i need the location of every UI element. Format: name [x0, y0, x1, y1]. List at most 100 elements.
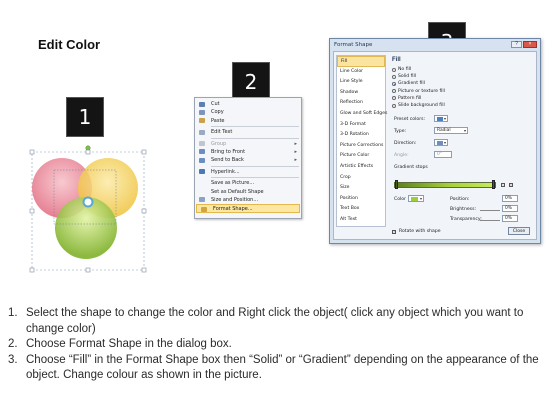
close-window-button[interactable]: × [523, 41, 537, 48]
menu-item-save-as-picture[interactable]: Save as Picture... [195, 179, 301, 187]
menu-item-label: Cut [211, 101, 220, 107]
copy-icon [199, 109, 205, 115]
add-stop-icon[interactable] [501, 183, 505, 187]
category-artistic-effects[interactable]: Artistic Effects [337, 162, 385, 173]
menu-separator [211, 137, 299, 139]
instruction-number: 1. [8, 307, 18, 319]
category-3d-rotation[interactable]: 3-D Rotation [337, 130, 385, 141]
angle-label: Angle: [394, 153, 409, 158]
option-pattern-fill[interactable]: Pattern fill [390, 95, 533, 102]
menu-item-cut[interactable]: Cut [195, 100, 301, 108]
size-position-icon [199, 197, 205, 203]
menu-item-hyperlink[interactable]: Hyperlink... [195, 168, 301, 176]
preset-colors-dropdown[interactable] [434, 115, 448, 122]
rotation-handle-icon[interactable] [82, 196, 94, 208]
category-list: Fill Line Color Line Style Shadow Reflec… [336, 55, 387, 227]
paste-icon [199, 118, 205, 124]
menu-item-size-position[interactable]: Size and Position... [195, 196, 301, 204]
option-solid-fill[interactable]: Solid fill [390, 73, 533, 80]
radio-icon [392, 103, 396, 108]
option-slide-background-fill[interactable]: Slide background fill [390, 102, 533, 109]
option-picture-fill[interactable]: Picture or texture fill [390, 88, 533, 95]
menu-item-label: Edit Text [211, 129, 233, 136]
menu-item-label: Group [211, 140, 227, 147]
menu-item-paste[interactable]: Paste [195, 117, 301, 125]
brightness-slider[interactable] [480, 210, 500, 211]
format-shape-dialog: Format Shape ? × Fill Line Color Line St… [329, 38, 541, 244]
category-size[interactable]: Size [337, 183, 385, 194]
gradient-stops-bar[interactable] [394, 182, 496, 188]
dialog-body: Fill Line Color Line Style Shadow Reflec… [333, 51, 537, 240]
rotate-handle-icon[interactable] [85, 145, 91, 151]
fill-pane: Fill No fill Solid fill Gradient fill Pi… [390, 55, 533, 227]
menu-item-bring-to-front[interactable]: Bring to Front ▸ [195, 148, 301, 156]
category-picture-color[interactable]: Picture Color [337, 151, 385, 162]
radio-icon [392, 74, 396, 79]
option-label: Picture or texture fill [398, 88, 445, 94]
menu-item-send-to-back[interactable]: Send to Back ▸ [195, 156, 301, 164]
category-3d-format[interactable]: 3-D Format [337, 120, 385, 131]
menu-item-format-shape[interactable]: Format Shape... [196, 204, 300, 213]
direction-dropdown[interactable] [434, 139, 448, 146]
instruction-item: 1. Select the shape to change the color a… [8, 306, 548, 337]
category-crop[interactable]: Crop [337, 173, 385, 184]
send-back-icon [199, 157, 205, 163]
instruction-item: 2. Choose Format Shape in the dialog box. [8, 337, 548, 353]
dialog-title: Format Shape [334, 42, 373, 48]
menu-separator [211, 126, 299, 128]
menu-separator [211, 177, 299, 179]
category-alt-text[interactable]: Alt Text [337, 215, 385, 226]
brightness-input[interactable]: 0% [502, 205, 518, 212]
category-text-box[interactable]: Text Box [337, 204, 385, 215]
instruction-text: Select the shape to change the color and… [26, 307, 524, 335]
category-glow[interactable]: Glow and Soft Edges [337, 109, 387, 120]
transparency-input[interactable]: 0% [502, 215, 518, 222]
angle-input[interactable]: 0° [434, 151, 452, 158]
position-input[interactable]: 0% [502, 195, 518, 202]
rotate-with-shape-checkbox[interactable] [392, 229, 396, 234]
menu-item-label: Copy [211, 109, 224, 116]
instructions-list: 1. Select the shape to change the color a… [8, 306, 548, 384]
category-shadow[interactable]: Shadow [337, 88, 385, 99]
instruction-number: 2. [8, 338, 18, 350]
rotate-with-shape-label: Rotate with shape [399, 229, 441, 234]
color-picker-button[interactable] [408, 195, 424, 202]
bring-front-icon [199, 149, 205, 155]
menu-item-label: Save as Picture... [211, 180, 255, 187]
context-menu: Cut Copy Paste Edit Text Group ▸ Bring to… [194, 97, 302, 219]
gradient-stop-handle[interactable] [492, 180, 495, 189]
category-line-color[interactable]: Line Color [337, 67, 385, 78]
option-label: Gradient fill [398, 81, 425, 87]
menu-separator [211, 165, 299, 167]
direction-swatch-icon [437, 141, 443, 145]
submenu-arrow-icon: ▸ [294, 157, 297, 164]
help-button[interactable]: ? [511, 41, 522, 48]
direction-label: Direction: [394, 141, 417, 146]
menu-item-set-default-shape[interactable]: Set as Default Shape [195, 188, 301, 196]
category-fill[interactable]: Fill [337, 56, 385, 67]
instruction-text: Choose Format Shape in the dialog box. [26, 338, 232, 350]
category-line-style[interactable]: Line Style [337, 77, 385, 88]
category-reflection[interactable]: Reflection [337, 98, 385, 109]
gradient-stop-handle[interactable] [395, 180, 398, 189]
step-badge-1: 1 [66, 97, 104, 137]
radio-selected-icon [392, 81, 396, 86]
pane-heading: Fill [392, 57, 401, 63]
remove-stop-icon[interactable] [509, 183, 513, 187]
type-dropdown[interactable]: Radial [434, 127, 468, 134]
category-picture-corrections[interactable]: Picture Corrections [337, 141, 385, 152]
category-position[interactable]: Position [337, 194, 385, 205]
transparency-slider[interactable] [480, 220, 500, 221]
venn-diagram[interactable] [26, 140, 150, 274]
option-no-fill[interactable]: No fill [390, 66, 533, 73]
close-button[interactable]: Close [508, 227, 530, 235]
color-label: Color [394, 197, 406, 202]
option-gradient-fill[interactable]: Gradient fill [390, 80, 533, 87]
menu-item-edit-text[interactable]: Edit Text [195, 128, 301, 136]
menu-item-copy[interactable]: Copy [195, 108, 301, 116]
instruction-item: 3. Choose “Fill” in the Format Shape box … [8, 353, 548, 384]
scissors-icon [199, 101, 205, 107]
step-badge-2: 2 [232, 62, 270, 102]
menu-item-label: Paste [211, 117, 225, 124]
menu-item-label: Format Shape... [213, 206, 253, 213]
